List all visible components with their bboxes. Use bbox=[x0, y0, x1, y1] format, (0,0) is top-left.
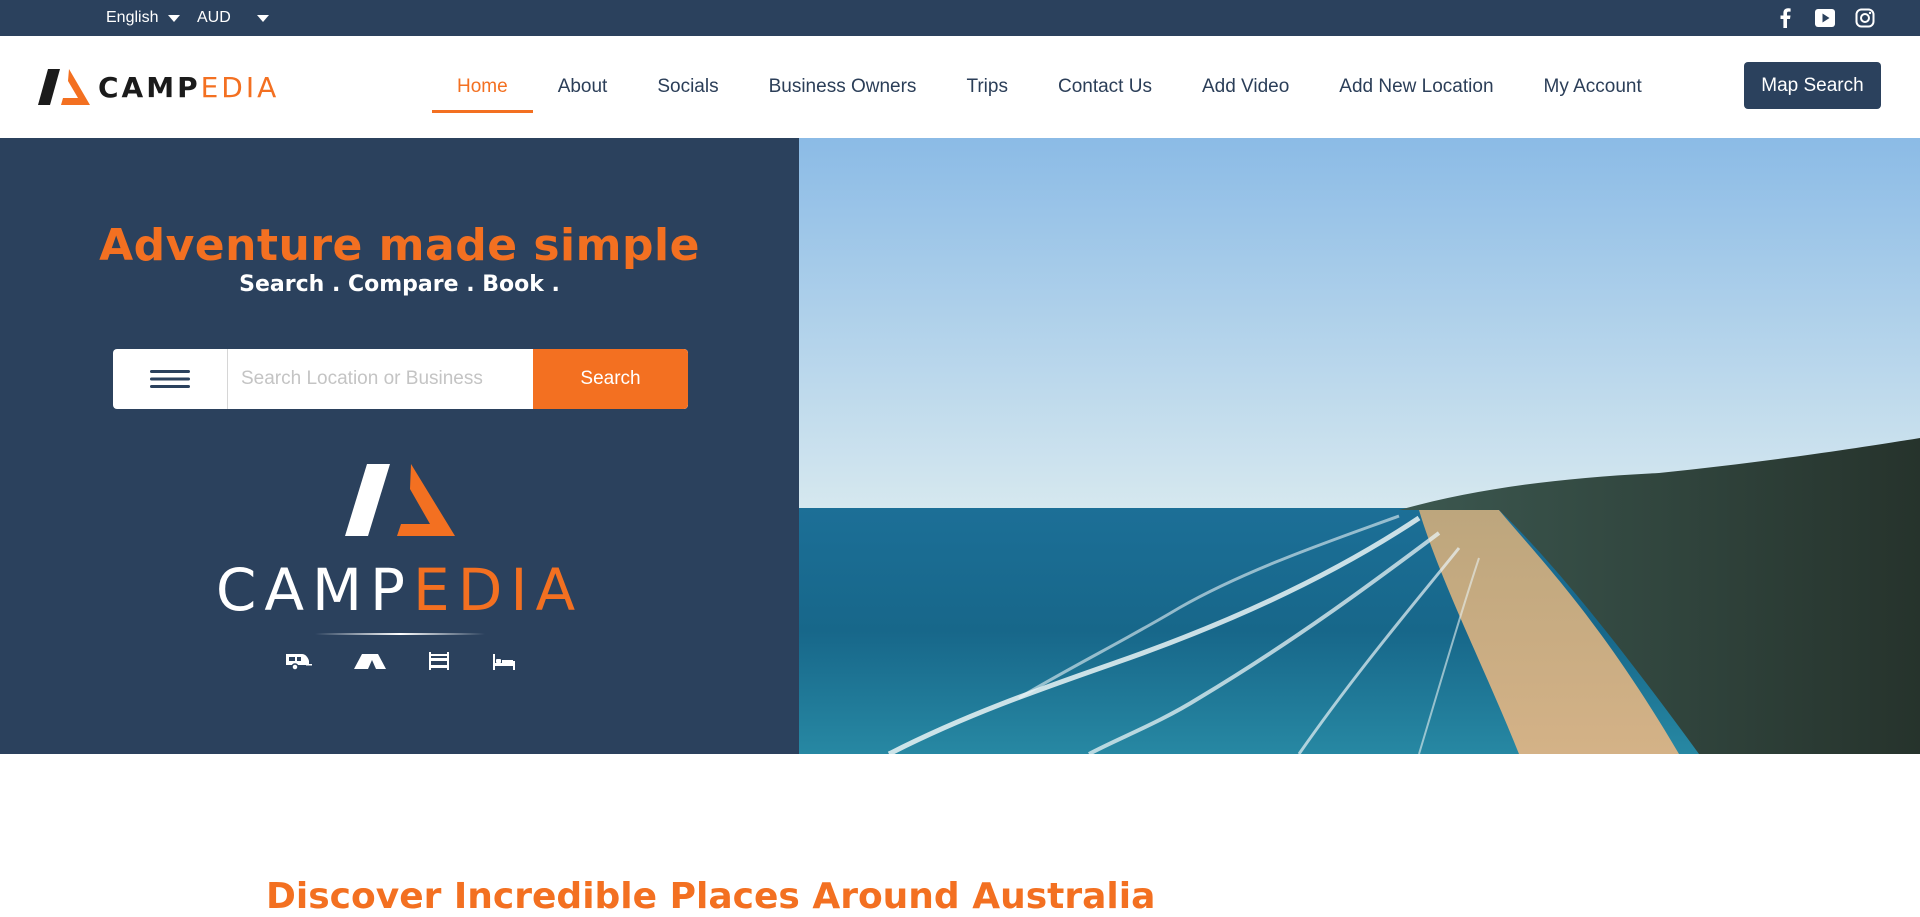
nav-about[interactable]: About bbox=[533, 36, 633, 138]
chevron-down-icon bbox=[168, 14, 181, 22]
social-links bbox=[1774, 7, 1876, 29]
nav-business-owners[interactable]: Business Owners bbox=[744, 36, 942, 138]
amenity-icons bbox=[0, 651, 799, 671]
site-header: CAMPEDIA Home About Socials Business Own… bbox=[0, 36, 1920, 138]
hero-headline: Adventure made simple bbox=[99, 220, 700, 271]
nav-trips[interactable]: Trips bbox=[941, 36, 1033, 138]
bunk-bed-icon bbox=[428, 652, 449, 670]
nav-add-video[interactable]: Add Video bbox=[1177, 36, 1314, 138]
hero-beach-image bbox=[799, 138, 1920, 754]
currency-value: AUD bbox=[197, 9, 231, 26]
logo-wordmark: CAMPEDIA bbox=[98, 71, 280, 104]
site-logo[interactable]: CAMPEDIA bbox=[38, 69, 279, 107]
tent-icon bbox=[353, 654, 386, 669]
beach-photo bbox=[799, 138, 1920, 754]
nav-home[interactable]: Home bbox=[432, 36, 533, 138]
youtube-icon[interactable] bbox=[1814, 7, 1836, 29]
nav-socials[interactable]: Socials bbox=[632, 36, 743, 138]
search-button[interactable]: Search bbox=[533, 349, 688, 409]
facebook-icon[interactable] bbox=[1774, 7, 1796, 29]
main-nav: Home About Socials Business Owners Trips… bbox=[432, 36, 1667, 138]
nav-add-new-location[interactable]: Add New Location bbox=[1314, 36, 1518, 138]
hero-logo: CAMPEDIA bbox=[0, 464, 799, 671]
search-input[interactable] bbox=[228, 349, 533, 409]
chevron-down-icon bbox=[257, 14, 269, 22]
search-menu-button[interactable] bbox=[113, 349, 228, 409]
logo-mark-icon bbox=[38, 69, 90, 105]
hamburger-icon bbox=[150, 370, 190, 388]
map-search-button[interactable]: Map Search bbox=[1744, 62, 1881, 109]
caravan-icon bbox=[285, 654, 312, 671]
language-value: English bbox=[106, 9, 159, 26]
hero-subline: Search . Compare . Book . bbox=[239, 272, 560, 297]
search-bar: Search bbox=[113, 349, 688, 409]
hero-logo-wordmark: CAMPEDIA bbox=[215, 556, 584, 624]
language-selector[interactable]: English bbox=[106, 9, 181, 27]
top-bar: English AUD bbox=[0, 0, 1920, 36]
logo-mark-icon bbox=[344, 464, 455, 536]
currency-selector[interactable]: AUD bbox=[197, 9, 269, 27]
nav-my-account[interactable]: My Account bbox=[1519, 36, 1667, 138]
hero-panel: Adventure made simple Search . Compare .… bbox=[0, 138, 799, 754]
nav-contact-us[interactable]: Contact Us bbox=[1033, 36, 1177, 138]
section-heading: Discover Incredible Places Around Austra… bbox=[266, 876, 1156, 917]
bed-icon bbox=[492, 654, 515, 670]
instagram-icon[interactable] bbox=[1854, 7, 1876, 29]
logo-swoosh bbox=[314, 633, 485, 635]
